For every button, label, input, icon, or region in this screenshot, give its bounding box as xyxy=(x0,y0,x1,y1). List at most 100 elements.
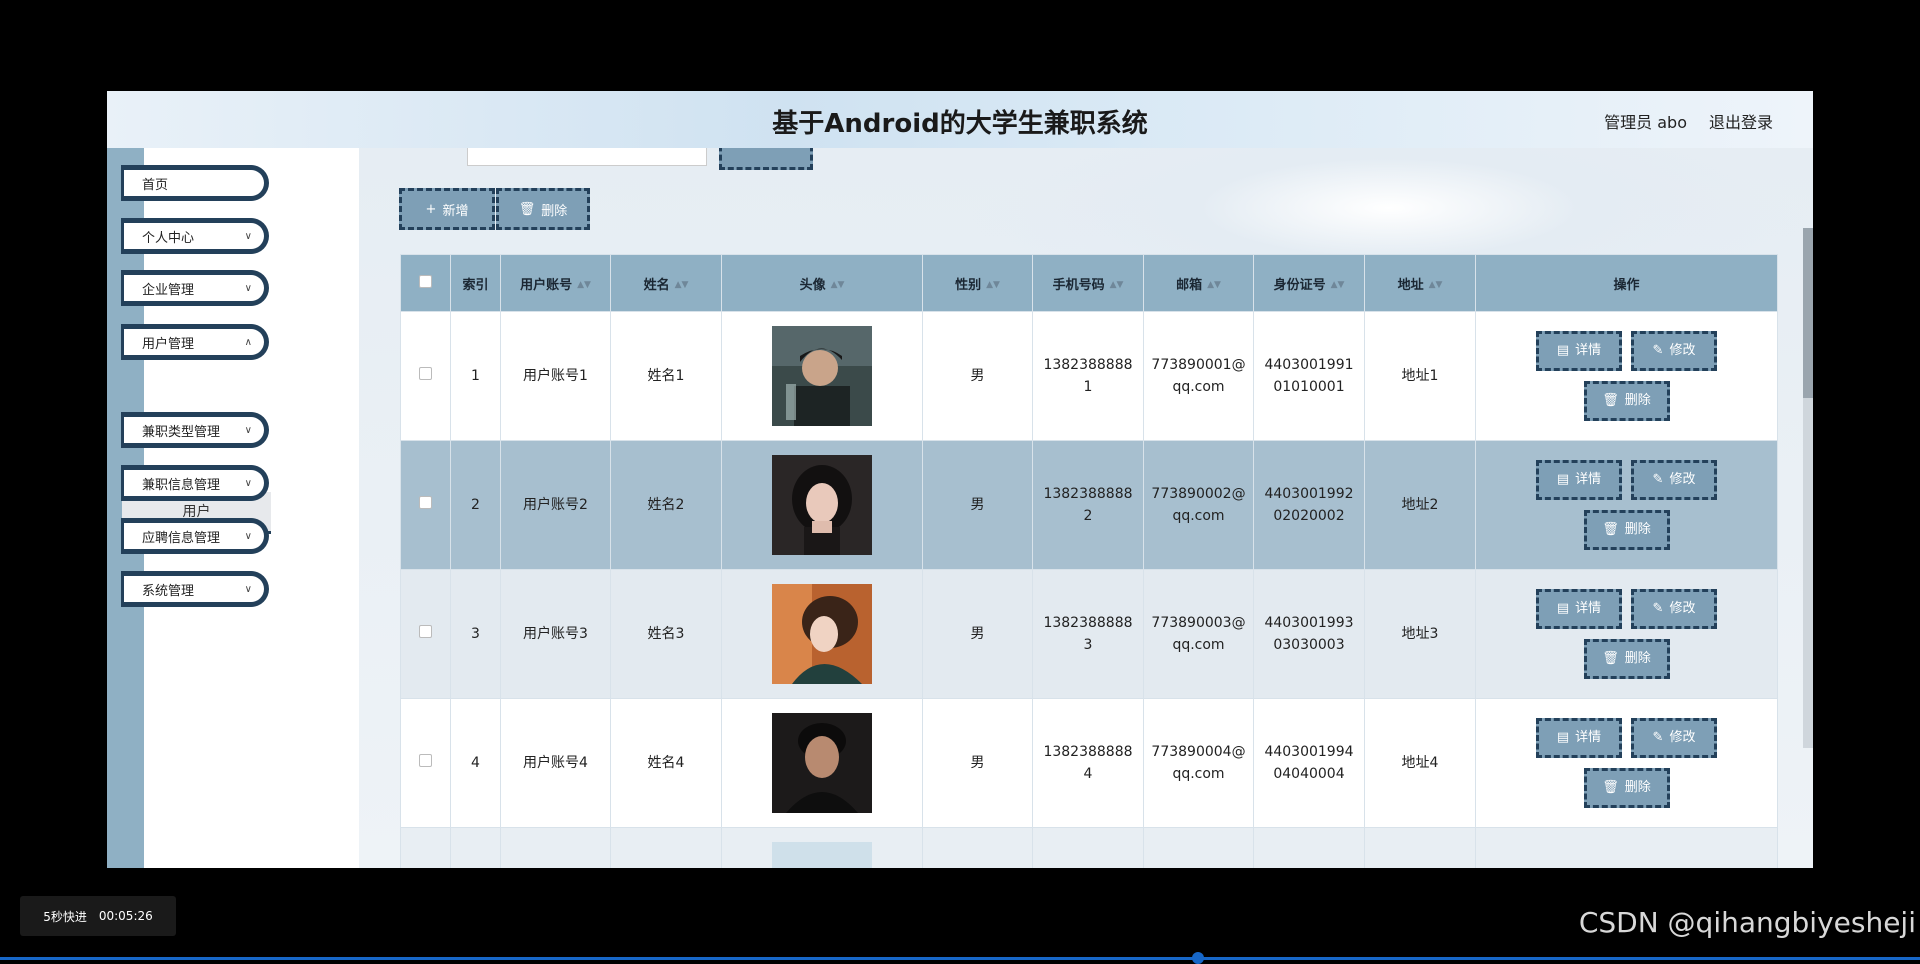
cell-email-line2: qq.com xyxy=(1172,766,1225,782)
delete-button[interactable]: 🗑 删除 xyxy=(1583,510,1670,550)
trash-icon: 🗑 xyxy=(1602,780,1619,795)
sidebar-item-profile[interactable]: 个人中心 ∨ xyxy=(121,218,269,254)
delete-label: 删除 xyxy=(1624,522,1651,537)
cell-gender: 男 xyxy=(922,440,1033,570)
cell-id-line2: 03030003 xyxy=(1273,637,1345,653)
scrollbar-thumb[interactable] xyxy=(1803,228,1813,398)
cell-name: 姓名3 xyxy=(610,569,722,699)
cell-avatar xyxy=(721,440,923,570)
playback-time: 00:05:26 xyxy=(98,909,153,923)
sidebar-item-enterprise[interactable]: 企业管理 ∨ xyxy=(121,270,269,306)
main-content: + 新增 🗑 删除 索引 用户账号 ▲▼ 姓名 ▲▼ 头像 ▲▼ 性别 ▲▼ 手机号码 ▲▼ … xyxy=(359,148,1813,868)
cell-gender: 男 xyxy=(922,311,1033,441)
avatar[interactable] xyxy=(772,713,872,813)
cell-email-line2: qq.com xyxy=(1172,637,1225,653)
search-input[interactable] xyxy=(467,148,707,166)
cell-address: 地址4 xyxy=(1364,698,1476,828)
cell-account: 用户账号2 xyxy=(500,440,611,570)
delete-button[interactable]: 🗑 删除 xyxy=(1583,768,1670,808)
cell-email: 773890003@ qq.com xyxy=(1143,569,1254,699)
edit-button[interactable]: ✎ 修改 xyxy=(1631,331,1717,371)
sidebar-item-home[interactable]: 首页 xyxy=(121,165,269,201)
cell-phone: 1382388888 1 xyxy=(1032,311,1144,441)
sidebar-item-label: 用户管理 xyxy=(142,336,195,352)
edit-icon: ✎ xyxy=(1652,472,1664,487)
sort-icon: ▲▼ xyxy=(1109,280,1124,290)
select-all-checkbox[interactable] xyxy=(419,274,432,288)
player-bar: 5秒快进 00:05:26 xyxy=(20,896,176,936)
add-button[interactable]: + 新增 xyxy=(399,188,495,230)
header-gender-label: 性别 xyxy=(955,277,982,293)
row-checkbox[interactable] xyxy=(419,625,432,638)
cell-avatar xyxy=(721,698,923,828)
delete-button[interactable]: 🗑 删除 xyxy=(1583,381,1670,421)
cell-id-line1: 4403001993 xyxy=(1264,615,1354,631)
delete-label: 删除 xyxy=(1624,780,1651,795)
avatar[interactable] xyxy=(772,584,872,684)
avatar[interactable] xyxy=(772,455,872,555)
detail-button[interactable]: ▤ 详情 xyxy=(1536,460,1622,500)
cell-phone-line2: 4 xyxy=(1083,766,1093,782)
sort-icon: ▲▼ xyxy=(577,280,591,290)
edit-button[interactable]: ✎ 修改 xyxy=(1631,718,1717,758)
edit-button[interactable]: ✎ 修改 xyxy=(1631,460,1717,500)
skip-forward-button[interactable]: 5秒快进 xyxy=(43,908,87,925)
sidebar-item-label: 应聘信息管理 xyxy=(142,530,221,546)
delete-button[interactable]: 🗑 删除 xyxy=(1583,639,1670,679)
header-gender[interactable]: 性别 ▲▼ xyxy=(922,254,1033,312)
sidebar-item-job-info[interactable]: 兼职信息管理 ∨ xyxy=(121,465,269,501)
avatar[interactable] xyxy=(772,842,872,868)
header-phone[interactable]: 手机号码 ▲▼ xyxy=(1032,254,1144,312)
sidebar-item-job-types[interactable]: 兼职类型管理 ∨ xyxy=(121,412,269,448)
table-row xyxy=(400,827,1778,868)
header-account[interactable]: 用户账号 ▲▼ xyxy=(500,254,611,312)
header-id-card-label: 身份证号 xyxy=(1273,277,1326,293)
sidebar-item-system[interactable]: 系统管理 ∨ xyxy=(121,571,269,607)
detail-icon: ▤ xyxy=(1556,343,1570,358)
detail-button[interactable]: ▤ 详情 xyxy=(1536,331,1622,371)
cell-ops: ▤ 详情 ✎ 修改 🗑 删除 xyxy=(1475,698,1778,828)
row-checkbox[interactable] xyxy=(419,367,432,380)
sort-icon: ▲▼ xyxy=(830,280,845,290)
edit-label: 修改 xyxy=(1669,343,1696,358)
avatar[interactable] xyxy=(772,326,872,426)
sidebar-item-users[interactable]: 用户管理 ∧ xyxy=(121,324,269,360)
header-name[interactable]: 姓名 ▲▼ xyxy=(610,254,722,312)
cell-address: 地址1 xyxy=(1364,311,1476,441)
cell-email-line1: 773890003@ xyxy=(1151,615,1246,631)
edit-icon: ✎ xyxy=(1652,343,1664,358)
chevron-down-icon: ∨ xyxy=(244,424,252,436)
detail-button[interactable]: ▤ 详情 xyxy=(1536,718,1622,758)
header-avatar-label: 头像 xyxy=(799,277,826,293)
batch-delete-button[interactable]: 🗑 删除 xyxy=(496,188,590,230)
edit-button[interactable]: ✎ 修改 xyxy=(1631,589,1717,629)
edit-label: 修改 xyxy=(1669,601,1696,616)
cell-phone-line2: 2 xyxy=(1083,508,1093,524)
sidebar-item-applications[interactable]: 应聘信息管理 ∨ xyxy=(121,518,269,554)
row-checkbox[interactable] xyxy=(419,496,432,509)
video-progress-handle[interactable] xyxy=(1192,952,1204,964)
cell-ops: ▤ 详情 ✎ 修改 🗑 删除 xyxy=(1475,569,1778,699)
header-email[interactable]: 邮箱 ▲▼ xyxy=(1143,254,1254,312)
header-ops: 操作 xyxy=(1475,254,1778,312)
cell-phone: 1382388888 4 xyxy=(1032,698,1144,828)
app-window: 基于Android的大学生兼职系统 管理员 abo 退出登录 首页 个人中心 ∨ … xyxy=(107,91,1813,868)
detail-button[interactable]: ▤ 详情 xyxy=(1536,589,1622,629)
table-row: 4 用户账号4 姓名4 男 1382388888 4 773890004@ qq.c… xyxy=(400,698,1778,828)
sidebar-item-label: 兼职信息管理 xyxy=(142,477,221,493)
header-id-card[interactable]: 身份证号 ▲▼ xyxy=(1253,254,1365,312)
cell-account: 用户账号3 xyxy=(500,569,611,699)
sort-icon: ▲▼ xyxy=(986,280,1000,290)
search-button[interactable] xyxy=(719,148,813,170)
delete-label: 删除 xyxy=(1624,651,1651,666)
sidebar-item-label: 系统管理 xyxy=(142,583,195,599)
trash-icon: 🗑 xyxy=(1602,393,1619,408)
row-checkbox[interactable] xyxy=(419,754,432,767)
sort-icon: ▲▼ xyxy=(1207,280,1221,290)
cell-phone-line2: 3 xyxy=(1083,637,1093,653)
logout-link[interactable]: 退出登录 xyxy=(1709,109,1773,133)
header-avatar[interactable]: 头像 ▲▼ xyxy=(721,254,923,312)
header: 基于Android的大学生兼职系统 管理员 abo 退出登录 xyxy=(107,91,1813,148)
header-address[interactable]: 地址 ▲▼ xyxy=(1364,254,1476,312)
admin-label: 管理员 abo xyxy=(1604,113,1687,132)
